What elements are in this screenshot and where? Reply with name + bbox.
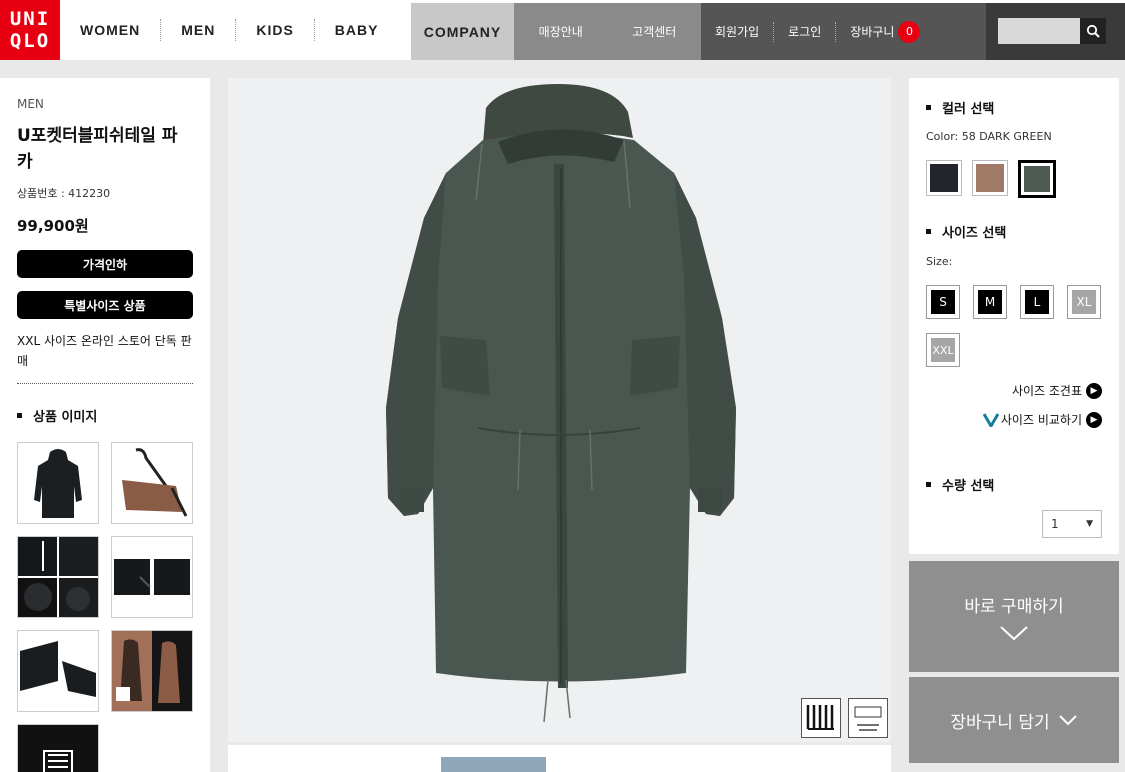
- product-number: 상품번호 : 412230: [17, 187, 111, 200]
- logo-text-line1: UNI: [9, 8, 51, 30]
- uniqlo-u-logo-badge: [848, 698, 888, 738]
- search-button[interactable]: [1080, 18, 1106, 44]
- nav-men[interactable]: MEN: [161, 19, 237, 41]
- nav-baby[interactable]: BABY: [315, 19, 399, 41]
- size-option-xl-label: XL: [1072, 290, 1096, 314]
- top-navigation: UNI QLO WOMEN MEN KIDS BABY COMPANY 매장안내…: [0, 0, 1125, 60]
- cart-label: 장바구니: [850, 24, 895, 39]
- chevron-down-icon: [1058, 715, 1077, 726]
- size-option-l-label: L: [1025, 290, 1049, 314]
- chevron-right-icon: ▶: [1086, 382, 1102, 399]
- size-select-label: 사이즈 선택: [942, 226, 1007, 241]
- product-images-title: 상품 이미지: [17, 406, 193, 425]
- carousel-thumbnail[interactable]: [441, 757, 546, 772]
- virtusize-icon: [982, 412, 999, 427]
- product-category: MEN: [17, 97, 44, 111]
- size-option-xl[interactable]: XL: [1067, 285, 1101, 319]
- uniqlo-logo[interactable]: UNI QLO: [0, 0, 60, 60]
- size-compare-label: 사이즈 비교하기: [1000, 413, 1082, 427]
- bullet-icon: [926, 229, 931, 234]
- product-images-label: 상품 이미지: [33, 410, 98, 425]
- quantity-select[interactable]: 1 ▼: [1042, 510, 1102, 538]
- color-select-title: 컬러 선택: [926, 98, 994, 117]
- size-option-s-label: S: [931, 290, 955, 314]
- nav-store-info[interactable]: 매장안내: [539, 23, 583, 40]
- chevron-right-icon: ▶: [1086, 411, 1102, 428]
- chevron-down-icon: ▼: [1086, 519, 1093, 529]
- gender-nav: WOMEN MEN KIDS BABY: [60, 0, 398, 60]
- nav-company[interactable]: COMPANY: [411, 3, 514, 60]
- price-cut-badge: 가격인하: [17, 250, 193, 278]
- qty-select-title: 수량 선택: [926, 475, 994, 494]
- thumbnail-lookbook[interactable]: [111, 630, 193, 712]
- thumbnail-cuff-detail[interactable]: [17, 630, 99, 712]
- thumbnail-extra[interactable]: [17, 724, 99, 772]
- color-swatch-navy[interactable]: [926, 160, 962, 196]
- bullet-icon: [926, 105, 931, 110]
- thumbnail-detail-pockets[interactable]: [17, 536, 99, 618]
- nav-cart[interactable]: 장바구니 0: [836, 20, 934, 43]
- color-swatch-brown[interactable]: [972, 160, 1008, 196]
- parka-illustration: [386, 84, 736, 723]
- cart-count-badge: 0: [898, 20, 921, 43]
- nav-login[interactable]: 로그인: [774, 21, 837, 42]
- size-option-xxl[interactable]: XXL: [926, 333, 960, 367]
- bullet-icon: [17, 413, 22, 418]
- chevron-down-icon: [1000, 626, 1028, 641]
- size-select-title: 사이즈 선택: [926, 222, 1006, 241]
- nav-women[interactable]: WOMEN: [60, 19, 162, 41]
- bullet-icon: [926, 482, 931, 487]
- member-nav: 회원가입 로그인 장바구니 0: [701, 3, 986, 60]
- logo-text-line2: QLO: [9, 30, 51, 52]
- search-icon: [1086, 24, 1100, 38]
- product-info-panel: MEN U포켓터블피쉬테일 파카 상품번호 : 412230 99,900원 가…: [0, 78, 210, 772]
- size-option-l[interactable]: L: [1020, 285, 1054, 319]
- search-input[interactable]: [998, 18, 1080, 44]
- size-option-m-label: M: [978, 290, 1002, 314]
- size-option-xxl-label: XXL: [931, 338, 955, 362]
- buy-now-button[interactable]: 바로 구매하기: [909, 561, 1119, 672]
- size-chart-label: 사이즈 조견표: [1011, 384, 1082, 398]
- size-chart-link[interactable]: 사이즈 조견표 ▶: [1012, 382, 1102, 399]
- thumbnail-sleeve-detail[interactable]: [111, 536, 193, 618]
- nav-customer-center[interactable]: 고객센터: [632, 23, 676, 40]
- product-price: 99,900원: [17, 217, 89, 235]
- quantity-value: 1: [1051, 517, 1059, 531]
- add-to-cart-label: 장바구니 담기: [950, 712, 1050, 733]
- info-nav: 매장안내 고객센터: [514, 3, 701, 60]
- uniqlo-u-pattern-badge: [801, 698, 841, 738]
- selected-color-label: Color: 58 DARK GREEN: [926, 130, 1052, 143]
- buy-now-label: 바로 구매하기: [964, 597, 1064, 617]
- special-size-badge: 특별사이즈 상품: [17, 291, 193, 319]
- thumbnail-parka-front[interactable]: [17, 442, 99, 524]
- add-to-cart-button[interactable]: 장바구니 담기: [909, 677, 1119, 763]
- nav-signup[interactable]: 회원가입: [701, 21, 775, 42]
- divider: [17, 383, 193, 384]
- image-carousel-strip: [228, 745, 891, 772]
- xxl-online-note: XXL 사이즈 온라인 스토어 단독 판매: [17, 334, 192, 368]
- search-area: [986, 3, 1125, 60]
- thumbnail-grid: [17, 442, 193, 772]
- size-option-s[interactable]: S: [926, 285, 960, 319]
- main-product-image[interactable]: [228, 78, 891, 742]
- size-label: Size:: [926, 255, 953, 268]
- size-compare-link[interactable]: 사이즈 비교하기 ▶: [982, 411, 1102, 428]
- color-select-label: 컬러 선택: [942, 102, 995, 117]
- size-option-m[interactable]: M: [973, 285, 1007, 319]
- nav-kids[interactable]: KIDS: [236, 19, 315, 41]
- thumbnail-pouch-bag[interactable]: [111, 442, 193, 524]
- product-name: U포켓터블피쉬테일 파카: [17, 126, 178, 172]
- color-swatch-dark-green[interactable]: [1018, 160, 1056, 198]
- product-options-panel: 컬러 선택 Color: 58 DARK GREEN 사이즈 선택 Size: …: [909, 78, 1119, 554]
- qty-select-label: 수량 선택: [942, 479, 995, 494]
